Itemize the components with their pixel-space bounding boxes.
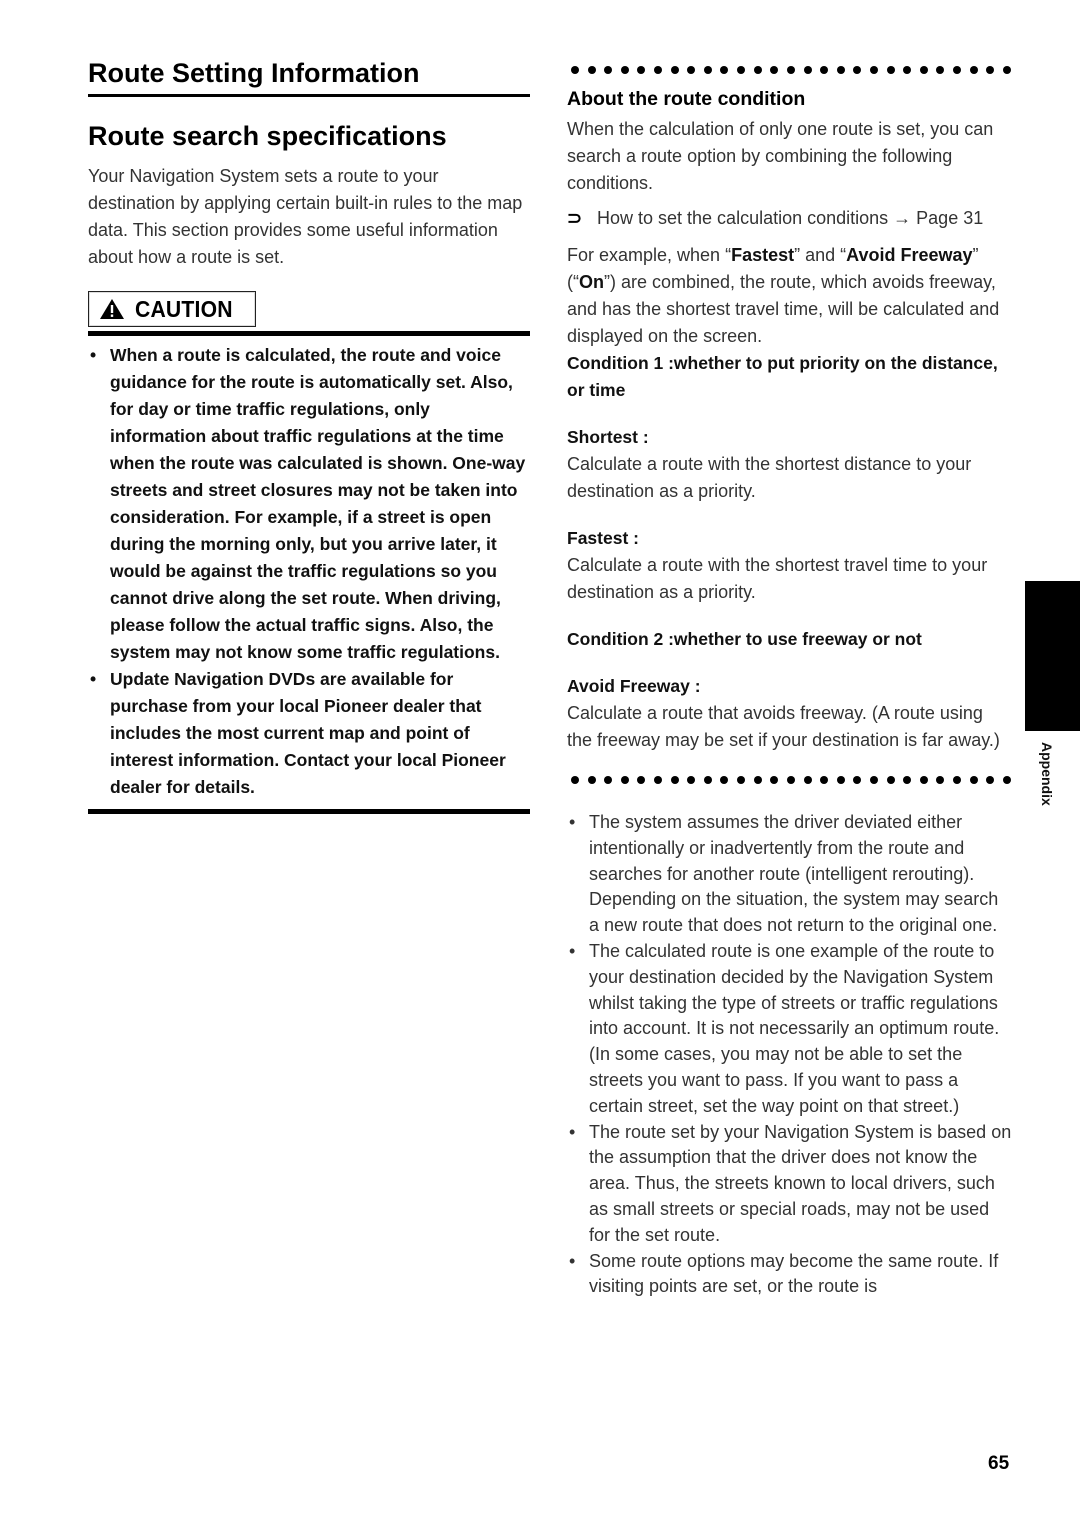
avoid-freeway-label: Avoid Freeway :: [567, 676, 701, 696]
note-item: • Some route options may become the same…: [567, 1249, 1012, 1301]
page-number: 65: [988, 1453, 1010, 1474]
note-item: • The calculated route is one example of…: [567, 939, 1012, 1120]
bullet-icon: •: [569, 1250, 576, 1271]
example-text: For example, when “: [567, 245, 732, 265]
fastest-label: Fastest :: [567, 528, 639, 548]
example-paragraph: For example, when “Fastest” and “Avoid F…: [567, 242, 1012, 350]
appendix-tab-label: Appendix: [1039, 742, 1055, 806]
note-text: The system assumes the driver deviated e…: [589, 812, 999, 936]
note-text: The route set by your Navigation System …: [589, 1121, 1012, 1245]
caution-top-rule: [88, 331, 530, 336]
page-reference[interactable]: ⊃ How to set the calculation conditions …: [567, 205, 1012, 232]
dotted-divider-bottom: [567, 776, 1011, 784]
fastest-description: Calculate a route with the shortest trav…: [567, 555, 988, 602]
example-on: On: [579, 272, 604, 292]
caution-item-text: When a route is calculated, the route an…: [110, 345, 526, 662]
right-column: About the route condition When the calcu…: [567, 66, 1012, 1300]
note-text: The calculated route is one example of t…: [589, 940, 1000, 1116]
example-fastest: Fastest: [731, 245, 795, 265]
dotted-divider-top: [567, 66, 1011, 74]
bullet-icon: •: [569, 940, 576, 961]
subsection-title: Route search specifications: [88, 121, 447, 151]
caution-item: • Update Navigation DVDs are available f…: [88, 666, 530, 801]
section-title-rule: [88, 94, 530, 97]
section-title: Route Setting Information: [88, 58, 420, 88]
caution-list: • When a route is calculated, the route …: [88, 342, 530, 801]
route-condition-heading: About the route condition: [567, 88, 806, 110]
example-text: ”) are combined, the route, which avoids…: [567, 272, 1000, 346]
appendix-tab-marker: [1025, 581, 1080, 731]
example-text: ” and “: [794, 245, 847, 265]
caution-badge: CAUTION: [88, 291, 257, 327]
caution-label: CAUTION: [135, 295, 233, 322]
bullet-icon: •: [90, 669, 97, 689]
shortest-label: Shortest :: [567, 427, 649, 447]
avoid-freeway-description: Calculate a route that avoids freeway. (…: [567, 703, 1000, 750]
caution-bottom-rule: [88, 809, 530, 814]
note-item: • The system assumes the driver deviated…: [567, 810, 1012, 939]
shortest-description: Calculate a route with the shortest dist…: [567, 454, 972, 501]
bullet-icon: •: [569, 1121, 576, 1142]
note-text: Some route options may become the same r…: [589, 1250, 999, 1297]
example-avoid-freeway: Avoid Freeway: [846, 245, 973, 265]
route-condition-intro: When the calculation of only one route i…: [567, 119, 994, 193]
condition-1-heading: Condition 1 :whether to put priority on …: [567, 353, 998, 400]
bullet-icon: •: [569, 812, 576, 832]
left-column: Route Setting Information Route search s…: [88, 56, 530, 814]
caution-item-text: Update Navigation DVDs are available for…: [110, 669, 506, 797]
condition-2-heading: Condition 2 :whether to use freeway or n…: [567, 629, 922, 649]
page-reference-text[interactable]: How to set the calculation conditions → …: [597, 205, 983, 232]
reference-arrow-icon: ⊃: [567, 208, 583, 228]
notes-list: • The system assumes the driver deviated…: [567, 810, 1012, 1300]
caution-item: • When a route is calculated, the route …: [88, 342, 530, 666]
note-item: • The route set by your Navigation Syste…: [567, 1120, 1012, 1249]
warning-triangle-icon: [100, 299, 124, 319]
bullet-icon: •: [90, 345, 97, 365]
intro-paragraph: Your Navigation System sets a route to y…: [88, 166, 523, 267]
